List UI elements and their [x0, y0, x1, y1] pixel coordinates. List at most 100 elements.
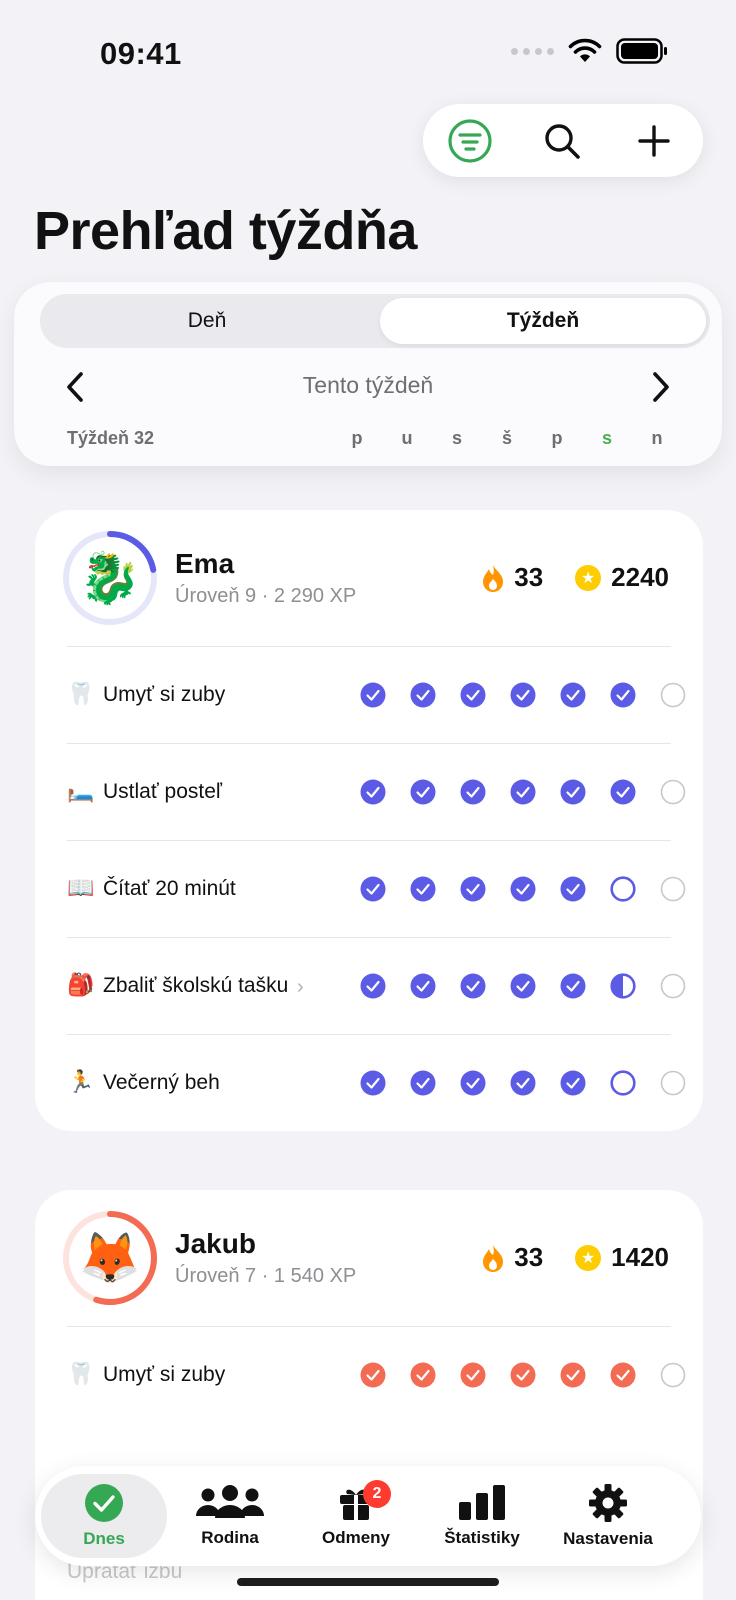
tab-dnes[interactable]: Dnes — [41, 1474, 167, 1558]
next-week-button[interactable] — [646, 370, 676, 404]
day-done-check-icon[interactable] — [510, 973, 536, 999]
chevron-right-icon[interactable]: › — [297, 976, 304, 999]
home-indicator — [237, 1578, 499, 1586]
day-open-circle-icon[interactable] — [610, 1070, 636, 1096]
tab-statistiky[interactable]: Štatistiky — [419, 1474, 545, 1558]
child-header[interactable]: 🦊 Jakub Úroveň 7 · 1 540 XP 33 ★ 1420 — [35, 1190, 703, 1326]
star-count: 1420 — [611, 1242, 669, 1272]
tab-odmeny[interactable]: 2 Odmeny — [293, 1474, 419, 1558]
people-icon — [196, 1485, 264, 1518]
segment-week[interactable]: Týždeň — [380, 298, 706, 344]
tab-label: Nastavenia — [563, 1529, 653, 1548]
page-title: Prehľad týždňa — [34, 201, 417, 261]
day-done-check-icon[interactable] — [510, 876, 536, 902]
status-bar: 09:41 — [0, 0, 736, 100]
day-empty-circle-icon[interactable] — [660, 779, 686, 805]
day-done-check-icon[interactable] — [460, 1362, 486, 1388]
day-done-check-icon[interactable] — [360, 1362, 386, 1388]
task-label: Zbaliť školskú tašku — [103, 974, 289, 997]
task-row[interactable]: 🦷 Umyť si zuby — [67, 646, 686, 743]
day-empty-circle-icon[interactable] — [660, 876, 686, 902]
flame-icon — [483, 1244, 504, 1272]
task-label: Umyť si zuby — [103, 683, 226, 706]
day-done-check-icon[interactable] — [510, 1070, 536, 1096]
notification-badge: 2 — [363, 1480, 391, 1508]
child-stats: 33 ★ 2240 — [482, 562, 669, 593]
child-header[interactable]: 🐉 Ema Úroveň 9 · 2 290 XP 33 ★ 2240 — [35, 510, 703, 646]
day-done-check-icon[interactable] — [610, 1362, 636, 1388]
streak-stat: 33 — [482, 1242, 543, 1273]
task-icon: 🎒 — [67, 972, 95, 997]
day-done-check-icon[interactable] — [560, 1070, 586, 1096]
day-done-check-icon[interactable] — [410, 1362, 436, 1388]
day-open-circle-icon[interactable] — [610, 876, 636, 902]
day-empty-circle-icon[interactable] — [660, 1070, 686, 1096]
stars-stat: ★ 2240 — [575, 562, 669, 593]
day-done-check-icon[interactable] — [360, 682, 386, 708]
wifi-icon — [568, 38, 602, 62]
day-done-check-icon[interactable] — [460, 876, 486, 902]
day-done-check-icon[interactable] — [460, 1070, 486, 1096]
day-done-check-icon[interactable] — [410, 682, 436, 708]
day-done-check-icon[interactable] — [410, 876, 436, 902]
day-done-check-icon[interactable] — [510, 682, 536, 708]
day-done-check-icon[interactable] — [560, 779, 586, 805]
day-done-check-icon[interactable] — [510, 779, 536, 805]
day-done-check-icon[interactable] — [360, 779, 386, 805]
day-done-check-icon[interactable] — [560, 973, 586, 999]
day-half-circle-icon[interactable] — [610, 973, 636, 999]
day-empty-circle-icon[interactable] — [660, 682, 686, 708]
day-header: š — [501, 428, 512, 448]
day-done-check-icon[interactable] — [510, 1362, 536, 1388]
day-done-check-icon[interactable] — [460, 779, 486, 805]
day-done-check-icon[interactable] — [410, 973, 436, 999]
day-done-check-icon[interactable] — [460, 682, 486, 708]
gear-icon — [589, 1484, 627, 1522]
day-done-check-icon[interactable] — [360, 876, 386, 902]
cellular-signal-icon — [511, 47, 554, 55]
day-empty-circle-icon[interactable] — [660, 973, 686, 999]
day-done-check-icon[interactable] — [610, 779, 636, 805]
task-row[interactable]: 🎒 Zbaliť školskú tašku › — [67, 937, 686, 1034]
tab-label: Rodina — [201, 1528, 259, 1547]
plus-icon — [638, 125, 670, 157]
view-segmented-control: Deň Týždeň — [40, 294, 710, 348]
task-row[interactable]: 🏃 Večerný beh — [67, 1034, 686, 1131]
task-row[interactable]: 🦷 Umyť si zuby — [67, 1326, 686, 1423]
week-panel: Deň Týždeň Tento týždeň Týždeň 32 p u s … — [14, 282, 722, 466]
day-header: n — [651, 428, 663, 448]
task-label: Večerný beh — [103, 1071, 220, 1094]
day-header: u — [401, 428, 413, 448]
day-done-check-icon[interactable] — [360, 1070, 386, 1096]
star-coin-icon: ★ — [575, 1244, 602, 1271]
filter-button[interactable] — [447, 118, 493, 164]
week-navigation: Tento týždeň — [14, 366, 722, 406]
day-done-check-icon[interactable] — [560, 876, 586, 902]
task-row[interactable]: 📖 Čítať 20 minút — [67, 840, 686, 937]
previous-week-button[interactable] — [60, 370, 90, 404]
check-circle-icon — [85, 1484, 123, 1522]
streak-stat: 33 — [482, 562, 543, 593]
status-time: 09:41 — [100, 36, 182, 71]
day-done-check-icon[interactable] — [560, 682, 586, 708]
day-done-check-icon[interactable] — [610, 682, 636, 708]
tab-nastavenia[interactable]: Nastavenia — [545, 1474, 671, 1558]
day-done-check-icon[interactable] — [410, 779, 436, 805]
segment-day[interactable]: Deň — [44, 298, 370, 344]
star-count: 2240 — [611, 562, 669, 592]
day-header: p — [351, 428, 363, 448]
task-icon: 🦷 — [67, 1361, 95, 1386]
bar-chart-icon — [459, 1485, 505, 1520]
day-empty-circle-icon[interactable] — [660, 1362, 686, 1388]
tab-rodina[interactable]: Rodina — [167, 1474, 293, 1558]
add-button[interactable] — [631, 118, 677, 164]
child-level: Úroveň 9 · 2 290 XP — [175, 585, 357, 607]
day-done-check-icon[interactable] — [360, 973, 386, 999]
day-done-check-icon[interactable] — [460, 973, 486, 999]
day-done-check-icon[interactable] — [560, 1362, 586, 1388]
battery-icon — [616, 38, 667, 64]
day-done-check-icon[interactable] — [410, 1070, 436, 1096]
child-level: Úroveň 7 · 1 540 XP — [175, 1265, 357, 1287]
task-row[interactable]: 🛏️ Ustlať posteľ — [67, 743, 686, 840]
search-button[interactable] — [539, 118, 585, 164]
